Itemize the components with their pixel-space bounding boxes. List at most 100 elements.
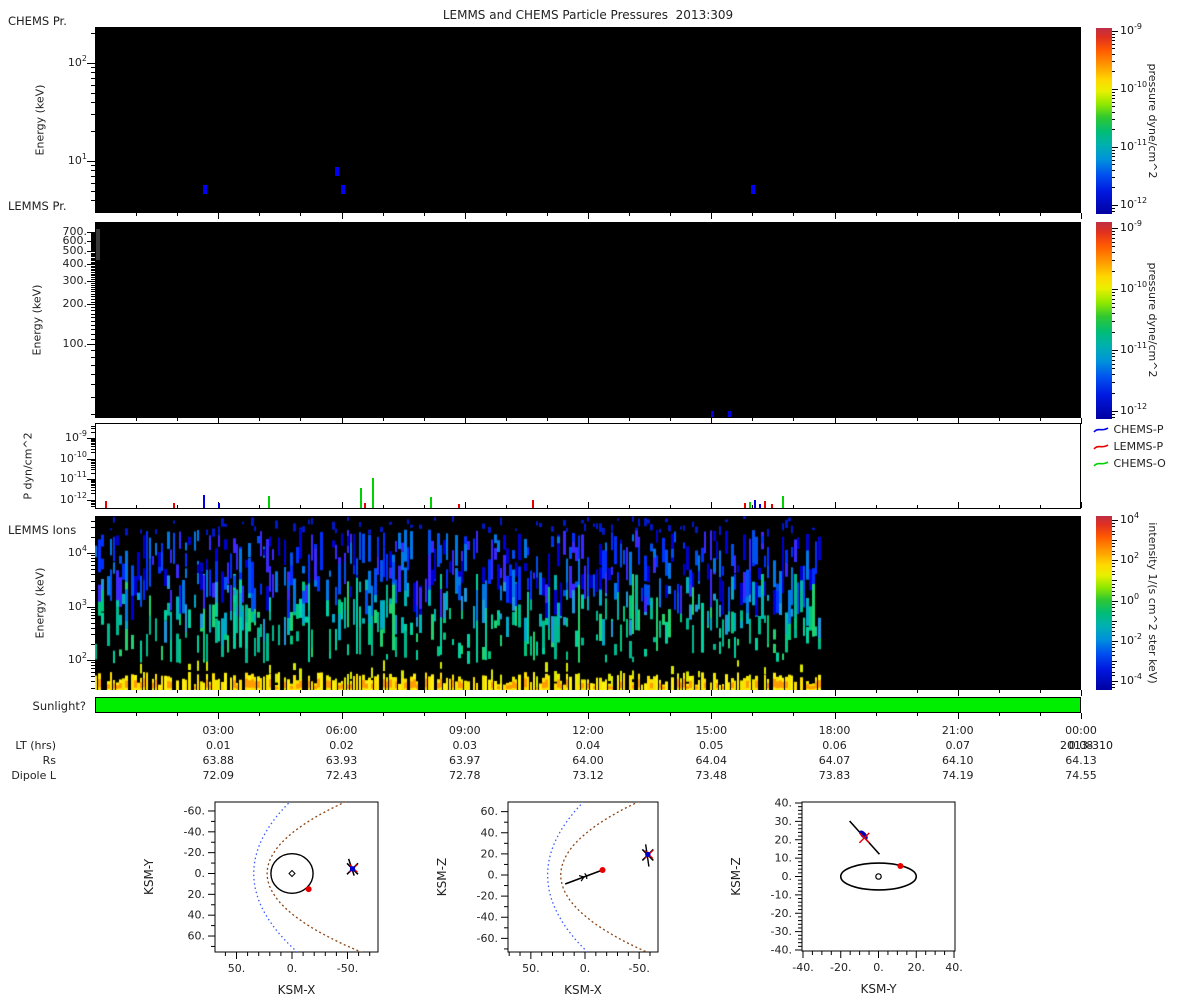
axis-tick — [1112, 411, 1118, 413]
axis-tick — [505, 418, 507, 421]
axis-tick — [259, 213, 261, 216]
axis-tick — [91, 249, 95, 251]
axis-tick — [300, 213, 302, 216]
axis-tick — [341, 690, 343, 696]
axis-tick — [1112, 634, 1115, 636]
axis-tick — [341, 713, 343, 719]
axis-tick — [91, 298, 95, 300]
axis-tick — [91, 504, 95, 506]
axis-tick — [91, 67, 95, 69]
axis-tick — [1112, 550, 1115, 552]
legend-item: CHEMS-O — [1092, 457, 1166, 471]
red-dot-marker — [305, 886, 312, 893]
time-tick-label: 06:00 — [325, 724, 358, 737]
axis-tick — [1112, 520, 1118, 522]
axis-tick — [259, 505, 261, 508]
panel-label-chems-pressure: CHEMS Pr. — [8, 14, 67, 28]
axis-tick — [87, 161, 95, 162]
axis-tick — [1112, 530, 1115, 532]
magnetopause-curve — [560, 802, 649, 952]
legend-label: CHEMS-O — [1110, 457, 1166, 470]
axis-tick — [1112, 313, 1115, 315]
axis-tick-label: 30. — [775, 815, 793, 828]
axis-tick — [91, 482, 95, 484]
axis-tick — [91, 608, 95, 610]
axis-tick — [91, 253, 95, 255]
ephemeris-value: 63.88 — [202, 754, 235, 767]
pressure-spike-chems-o — [360, 488, 363, 508]
panel-label-lemms-ions: LEMMS Ions — [8, 523, 77, 537]
colorbar-tick-label: 10-12 — [1120, 196, 1148, 211]
axis-tick — [91, 284, 95, 286]
axis-tick — [1112, 61, 1115, 63]
axis-tick — [505, 505, 507, 508]
axis-tick — [91, 350, 95, 352]
axis-tick — [1112, 106, 1115, 108]
axis-tick — [91, 324, 95, 326]
axis-tick-label: -20. — [184, 846, 205, 859]
red-dot-marker — [897, 863, 904, 870]
axis-tick — [91, 232, 95, 234]
legend-label: LEMMS-P — [1110, 440, 1164, 453]
axis-tick — [752, 418, 754, 421]
axis-tick — [1112, 540, 1117, 542]
axis-tick — [91, 502, 95, 504]
axis-tick — [91, 268, 95, 270]
axis-tick — [91, 564, 95, 566]
axis-tick — [998, 505, 1000, 508]
axis-tick — [91, 72, 95, 74]
axis-tick — [588, 502, 589, 508]
ephemeris-row-label: Rs — [42, 754, 56, 767]
axis-tick — [793, 505, 795, 508]
bow-shock-curve — [546, 802, 589, 952]
colorbar-tick-label: 102 — [1120, 551, 1140, 567]
axis-tick — [752, 690, 754, 693]
time-tick-label: 00:00 — [1065, 724, 1097, 737]
axis-tick — [91, 558, 95, 560]
ephemeris-row-label: Dipole L — [11, 769, 56, 782]
x-axis-label: KSM-Y — [860, 982, 897, 996]
axis-tick — [91, 237, 95, 239]
axis-tick — [91, 279, 95, 281]
axis-tick — [1112, 71, 1115, 73]
axis-tick — [1112, 563, 1115, 565]
pressure-spike-chems-p — [758, 504, 761, 508]
axis-tick — [136, 213, 138, 216]
axis-tick-label: -10. — [771, 888, 792, 901]
axis-tick — [1039, 213, 1041, 216]
axis-tick — [91, 275, 95, 277]
ephemeris-value: 64.10 — [942, 754, 974, 767]
axis-tick — [91, 665, 95, 667]
axis-tick — [91, 444, 95, 446]
axis-tick — [87, 280, 95, 282]
axis-tick — [916, 213, 918, 216]
axis-tick-label: -40. — [184, 825, 205, 838]
ephemeris-value: 73.48 — [695, 769, 728, 782]
axis-tick — [546, 418, 548, 421]
axis-tick — [91, 622, 95, 624]
axis-tick — [1112, 534, 1115, 536]
axis-tick — [1112, 603, 1115, 605]
axis-tick — [1112, 651, 1115, 653]
axis-tick — [91, 248, 95, 250]
axis-tick — [91, 428, 95, 430]
axis-tick — [1112, 155, 1115, 157]
axis-tick — [91, 452, 95, 454]
legend-swatch-line — [1093, 427, 1109, 433]
axis-tick — [546, 213, 548, 216]
axis-tick — [1112, 368, 1115, 370]
axis-tick — [875, 505, 877, 508]
axis-tick — [1112, 594, 1115, 596]
saturn-marker — [875, 873, 882, 880]
axis-tick — [91, 329, 95, 331]
axis-tick — [91, 425, 95, 427]
axis-tick — [546, 690, 548, 693]
colorbar-pressure-2 — [1096, 222, 1112, 419]
axis-tick — [218, 418, 220, 424]
axis-tick — [875, 213, 877, 216]
axis-tick — [793, 213, 795, 216]
axis-tick — [1112, 352, 1115, 354]
axis-tick — [752, 213, 754, 216]
axis-tick — [91, 338, 95, 340]
axis-tick — [1112, 119, 1115, 121]
